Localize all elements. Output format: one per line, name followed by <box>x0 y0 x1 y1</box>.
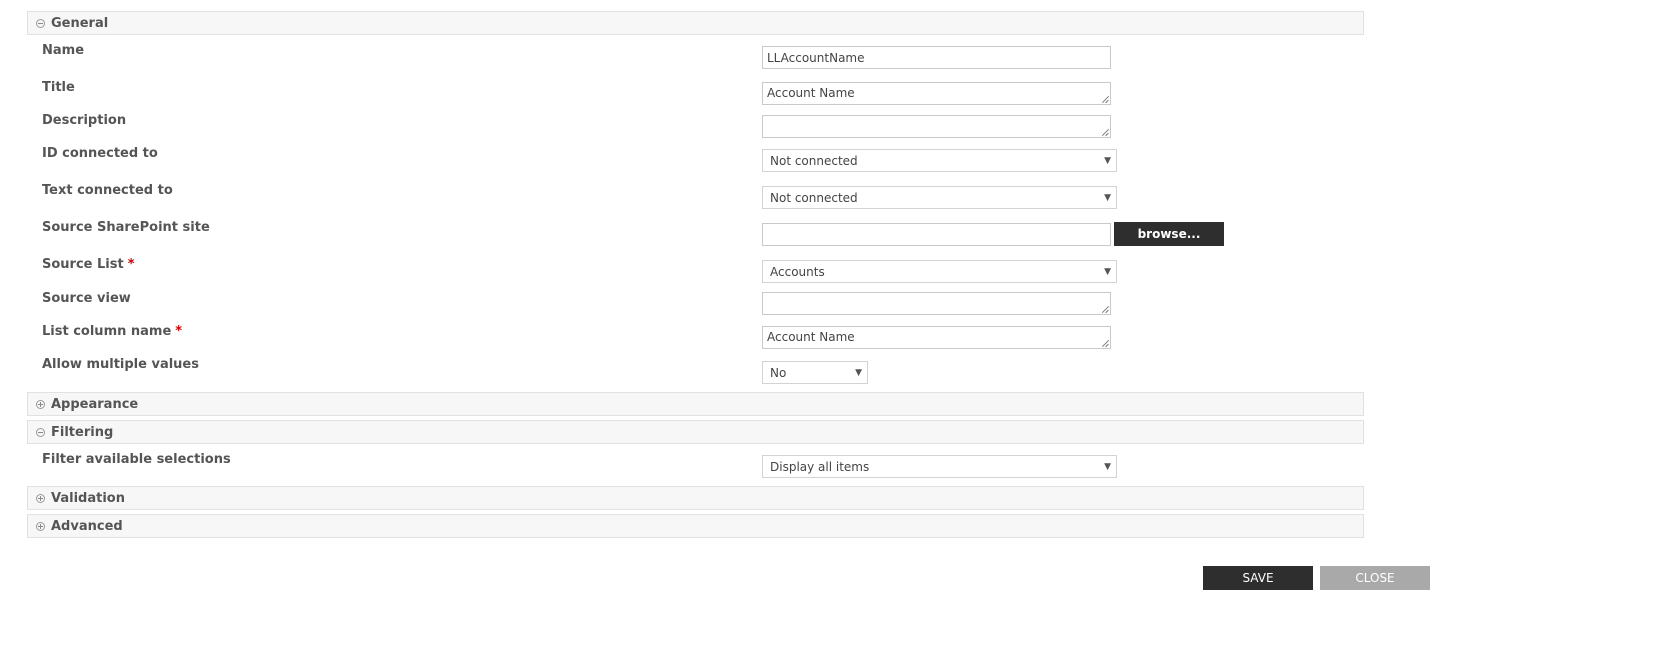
close-button[interactable]: CLOSE <box>1320 566 1430 590</box>
source-view-label: Source view <box>42 291 131 306</box>
expand-plus-icon[interactable] <box>36 399 45 409</box>
description-label: Description <box>42 113 127 128</box>
source-list-label-text: Source List <box>42 257 124 272</box>
name-input[interactable] <box>762 46 1111 69</box>
resize-grip-icon[interactable] <box>1102 306 1109 313</box>
allow-multiple-select[interactable]: No ▼ <box>762 361 868 384</box>
text-connected-label: Text connected to <box>42 183 173 198</box>
section-title: Filtering <box>51 424 114 440</box>
source-view-textarea[interactable] <box>762 292 1111 315</box>
id-connected-value: Not connected <box>770 153 858 168</box>
caret-down-icon: ▼ <box>1104 462 1111 472</box>
required-mark: * <box>175 324 183 339</box>
list-column-label: List column name * <box>42 324 182 340</box>
section-header-filtering[interactable]: Filtering <box>27 420 1364 444</box>
title-textarea[interactable]: Account Name <box>762 82 1111 105</box>
browse-button[interactable]: browse... <box>1114 222 1224 246</box>
caret-down-icon: ▼ <box>1104 267 1111 277</box>
section-header-general[interactable]: General <box>27 11 1364 35</box>
source-list-select[interactable]: Accounts ▼ <box>762 260 1117 283</box>
filter-selections-value: Display all items <box>770 459 870 474</box>
source-site-label: Source SharePoint site <box>42 220 210 235</box>
expand-plus-icon[interactable] <box>36 521 45 531</box>
source-site-input[interactable] <box>762 223 1111 246</box>
collapse-minus-icon[interactable] <box>36 427 45 437</box>
filter-selections-select[interactable]: Display all items ▼ <box>762 455 1117 478</box>
text-connected-value: Not connected <box>770 190 858 205</box>
allow-multiple-label: Allow multiple values <box>42 357 199 372</box>
save-button[interactable]: SAVE <box>1203 566 1313 590</box>
description-textarea[interactable] <box>762 115 1111 138</box>
source-list-value: Accounts <box>770 264 825 279</box>
list-column-label-text: List column name <box>42 324 172 339</box>
section-header-validation[interactable]: Validation <box>27 486 1364 510</box>
allow-multiple-value: No <box>770 365 787 380</box>
id-connected-select[interactable]: Not connected ▼ <box>762 149 1117 172</box>
list-column-textarea[interactable]: Account Name <box>762 326 1111 349</box>
caret-down-icon: ▼ <box>855 368 862 378</box>
text-connected-select[interactable]: Not connected ▼ <box>762 186 1117 209</box>
filter-selections-label: Filter available selections <box>42 452 231 467</box>
source-list-label: Source List * <box>42 257 135 273</box>
caret-down-icon: ▼ <box>1104 193 1111 203</box>
expand-plus-icon[interactable] <box>36 493 45 503</box>
resize-grip-icon[interactable] <box>1102 340 1109 347</box>
title-label: Title <box>42 80 75 95</box>
list-column-value: Account Name <box>767 330 855 344</box>
required-mark: * <box>127 257 135 272</box>
resize-grip-icon[interactable] <box>1102 96 1109 103</box>
name-label: Name <box>42 43 85 58</box>
section-title: Appearance <box>51 396 139 412</box>
collapse-minus-icon[interactable] <box>36 18 45 28</box>
section-header-appearance[interactable]: Appearance <box>27 392 1364 416</box>
section-title: Advanced <box>51 518 123 534</box>
section-header-advanced[interactable]: Advanced <box>27 514 1364 538</box>
id-connected-label: ID connected to <box>42 146 158 161</box>
resize-grip-icon[interactable] <box>1102 129 1109 136</box>
section-title: Validation <box>51 490 125 506</box>
section-title: General <box>51 15 109 31</box>
title-value: Account Name <box>767 86 855 100</box>
caret-down-icon: ▼ <box>1104 156 1111 166</box>
